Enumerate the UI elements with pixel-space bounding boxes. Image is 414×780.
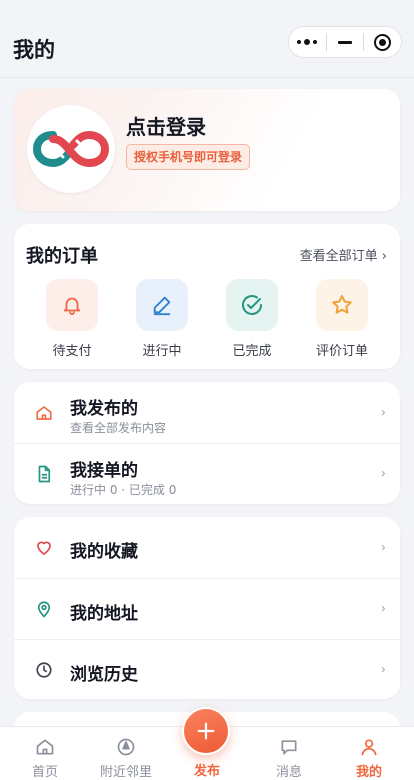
order-review[interactable]: 评价订单	[307, 279, 377, 359]
list-item-title: 我的地址	[70, 604, 138, 624]
chevron-right-icon: ›	[380, 466, 386, 482]
pencil-icon	[153, 296, 171, 316]
list-item-favorites[interactable]: 我的收藏 ›	[14, 517, 400, 578]
home-tab-icon	[36, 739, 54, 755]
list-item-title: 我的收藏	[70, 542, 138, 562]
location-pin-icon	[37, 601, 51, 618]
chevron-right-icon: ›	[380, 601, 386, 617]
star-icon	[332, 295, 352, 314]
list-item-title: 浏览历史	[70, 665, 138, 685]
order-in-progress[interactable]: 进行中	[127, 279, 197, 359]
tab-label: 附近邻里	[99, 765, 152, 780]
order-icon-box	[316, 279, 368, 331]
orders-title: 我的订单	[26, 246, 98, 267]
close-target-icon	[374, 33, 392, 51]
avatar[interactable]	[27, 105, 115, 193]
list-item-title: 我接单的	[70, 461, 138, 481]
user-icon	[361, 739, 377, 756]
order-icon-box	[136, 279, 188, 331]
compass-icon	[117, 738, 135, 756]
list-item-subtitle: 进行中 0 · 已完成 0	[70, 483, 177, 497]
minimize-button[interactable]	[327, 26, 364, 58]
more-dots-icon	[297, 39, 318, 45]
my-activity-card: 我发布的 查看全部发布内容 › 我接单的 进行中 0 · 已完成 0 ›	[14, 382, 400, 504]
list-item-my-orders-taken[interactable]: 我接单的 进行中 0 · 已完成 0 ›	[14, 443, 400, 504]
clock-icon	[36, 662, 52, 678]
order-icon-box	[226, 279, 278, 331]
view-all-orders-link[interactable]: 查看全部订单 ›	[300, 245, 387, 264]
chevron-right-icon: ›	[380, 662, 386, 678]
home-icon	[36, 405, 52, 420]
more-button[interactable]	[289, 26, 326, 58]
order-label: 评价订单	[315, 344, 368, 359]
tab-mine[interactable]: 我的	[328, 727, 410, 780]
minimize-icon	[338, 40, 352, 44]
tab-label: 首页	[31, 765, 58, 780]
plus-icon	[197, 722, 215, 740]
tab-label: 我的	[355, 765, 382, 780]
order-label: 已完成	[232, 344, 272, 359]
chevron-right-icon: ›	[380, 540, 386, 555]
order-icon-box	[46, 279, 98, 331]
tab-messages[interactable]: 消息	[248, 727, 330, 780]
tab-home[interactable]: 首页	[4, 727, 86, 780]
top-bar: 我的	[0, 0, 414, 78]
check-circle-icon	[242, 295, 262, 315]
my-services-card: 我的收藏 › 我的地址 › 浏览历史 ›	[14, 517, 400, 699]
close-button[interactable]	[364, 26, 401, 58]
tab-publish-label[interactable]: 发布	[166, 760, 248, 779]
order-completed[interactable]: 已完成	[217, 279, 287, 359]
chevron-right-icon: ›	[380, 405, 386, 420]
page-title: 我的	[13, 38, 55, 62]
tab-nearby[interactable]: 附近邻里	[85, 727, 167, 780]
tab-label: 消息	[275, 765, 302, 780]
list-item-addresses[interactable]: 我的地址 ›	[14, 578, 400, 639]
document-icon	[38, 465, 51, 483]
login-hint-badge[interactable]: 授权手机号即可登录	[126, 144, 251, 170]
order-pending-payment[interactable]: 待支付	[37, 279, 107, 359]
mini-program-capsule	[288, 26, 402, 58]
order-label: 待支付	[52, 344, 92, 359]
infinity-logo-icon	[33, 130, 109, 168]
login-title[interactable]: 点击登录	[126, 111, 206, 140]
chat-icon	[281, 740, 297, 755]
order-label: 进行中	[142, 344, 182, 359]
list-item-title: 我发布的	[70, 399, 138, 419]
list-item-my-posts[interactable]: 我发布的 查看全部发布内容 ›	[14, 382, 400, 443]
login-card[interactable]: 点击登录 授权手机号即可登录	[14, 89, 400, 211]
list-item-history[interactable]: 浏览历史 ›	[14, 639, 400, 700]
list-item-subtitle: 查看全部发布内容	[70, 421, 167, 435]
heart-icon	[37, 541, 51, 555]
orders-card: 我的订单 查看全部订单 › 待支付 进行中 已完成 评价订单	[14, 224, 400, 369]
publish-button[interactable]	[182, 707, 230, 755]
bell-icon	[63, 297, 81, 316]
